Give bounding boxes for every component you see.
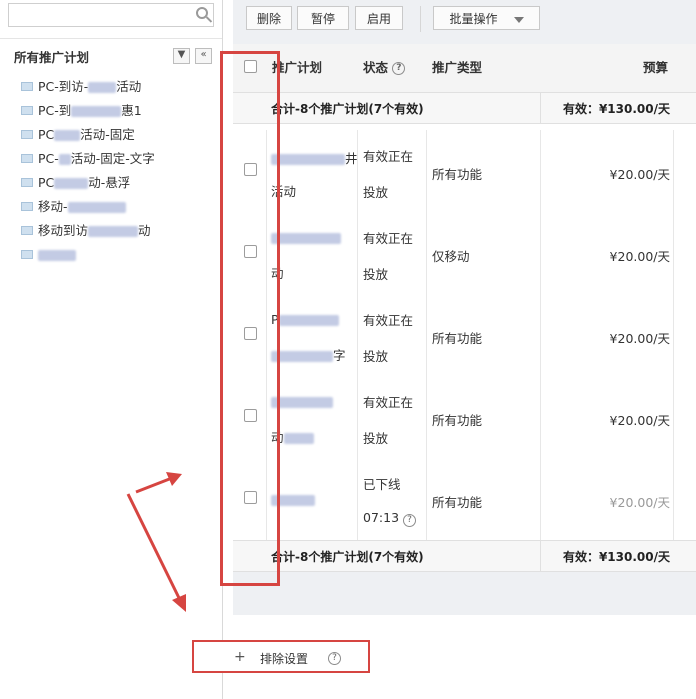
arrow-line [126, 493, 182, 601]
annotation-arrows [126, 472, 186, 612]
arrow-line [135, 476, 173, 494]
